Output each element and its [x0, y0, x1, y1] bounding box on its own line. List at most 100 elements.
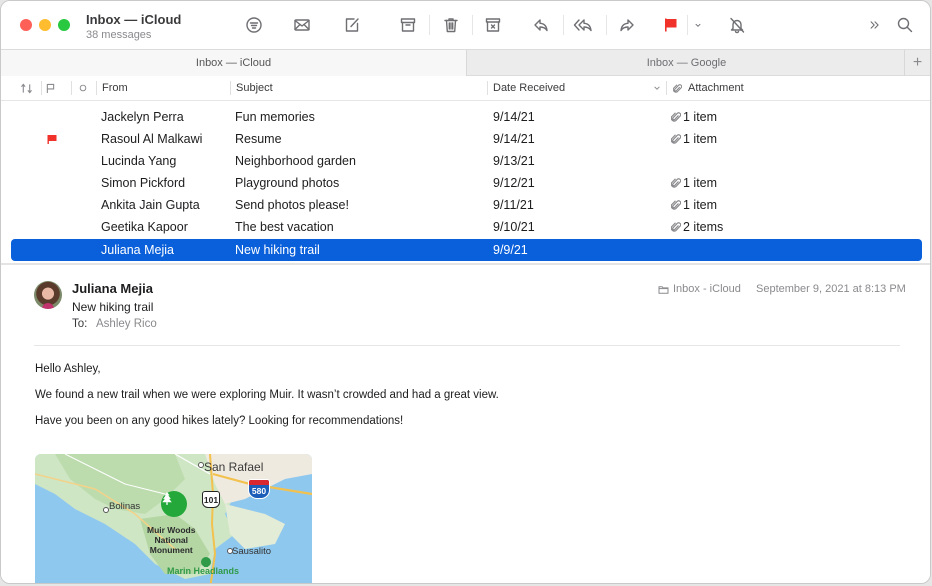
message-attachment: 1 item [671, 172, 717, 194]
flag-button[interactable] [659, 13, 683, 37]
map-label-sausalito: Sausalito [232, 546, 272, 557]
body-paragraph: Have you been on any good hikes lately? … [35, 415, 404, 427]
message-row[interactable]: Simon Pickford Playground photos 9/12/21… [11, 172, 922, 194]
toolbar: Inbox — iCloud 38 messages [1, 1, 930, 49]
bell-slash-icon [730, 17, 745, 34]
message-from: Jackelyn Perra [101, 110, 184, 124]
message-from: Juliana Mejia [101, 243, 174, 257]
message-row[interactable]: Ankita Jain Gupta Send photos please! 9/… [11, 194, 922, 216]
message-date: 9/13/21 [493, 154, 535, 168]
reply-button[interactable] [529, 13, 553, 37]
sender-avatar [34, 281, 62, 309]
tab-label: Inbox — iCloud [195, 57, 272, 69]
sort-descending-icon [654, 86, 660, 90]
muir-line: National [154, 535, 188, 545]
mute-button[interactable] [725, 13, 749, 37]
junk-icon [485, 18, 501, 32]
reply-icon [534, 19, 548, 32]
forward-button[interactable] [615, 13, 639, 37]
tab-inbox-icloud[interactable]: Inbox — iCloud [1, 50, 466, 76]
message-subject: Neighborhood garden [235, 154, 356, 168]
recipient-name[interactable]: Ashley Rico [96, 318, 157, 330]
compose-button[interactable] [340, 13, 364, 37]
zoom-window-button[interactable] [58, 19, 70, 31]
reply-all-button[interactable] [572, 13, 596, 37]
body-paragraph: Hello Ashley, [35, 363, 101, 375]
body-paragraph: We found a new trail when we were explor… [35, 389, 499, 401]
map-label-san-rafael: San Rafael [204, 460, 264, 474]
more-toolbar-button[interactable] [863, 13, 887, 37]
column-divider [41, 81, 42, 95]
folder-icon [658, 285, 669, 294]
tab-label: Inbox — Google [646, 57, 727, 69]
tree-pin-icon[interactable] [161, 491, 187, 517]
delete-button[interactable] [439, 13, 463, 37]
new-tab-button[interactable]: + [904, 50, 930, 76]
toolbar-separator [563, 15, 564, 35]
unread-column-header[interactable] [79, 76, 87, 100]
message-from: Lucinda Yang [101, 154, 177, 168]
muir-line: Monument [149, 545, 193, 555]
message-from: Rasoul Al Malkawi [101, 132, 203, 146]
sort-column-header[interactable] [20, 76, 33, 100]
unread-dot-icon [79, 84, 87, 92]
message-list: Jackelyn Perra Fun memories 9/14/21 1 it… [1, 101, 930, 263]
filter-icon [246, 17, 262, 33]
flag-column-header[interactable] [46, 76, 55, 100]
message-count: 38 messages [86, 29, 152, 41]
date-column-header[interactable]: Date Received [493, 76, 665, 100]
map-attachment[interactable]: San Rafael Bolinas Muir Woods National M… [35, 454, 312, 583]
paperclip-icon [673, 83, 682, 93]
tree-icon [162, 492, 172, 505]
toolbar-separator [606, 15, 607, 35]
message-from: Geetika Kapoor [101, 220, 188, 234]
reply-all-icon [573, 19, 592, 32]
toolbar-separator [472, 15, 473, 35]
tab-inbox-google[interactable]: Inbox — Google [466, 50, 906, 76]
map-graphic [35, 454, 312, 583]
attachment-count: 1 item [683, 198, 718, 212]
message-date: 9/11/21 [493, 198, 534, 212]
subject-column-header[interactable]: Subject [236, 76, 273, 100]
window-title-block: Inbox — iCloud 38 messages [86, 12, 181, 42]
column-divider [666, 81, 667, 95]
close-window-button[interactable] [20, 19, 32, 31]
interstate-580-shield: 580 [248, 479, 270, 499]
message-viewer: Juliana Mejia New hiking trail To: Ashle… [1, 265, 930, 583]
message-date-full: September 9, 2021 at 8:13 PM [756, 283, 906, 295]
message-subject-heading: New hiking trail [72, 300, 154, 314]
message-subject: The best vacation [235, 220, 334, 234]
sort-icon [21, 82, 32, 94]
message-row-selected[interactable]: Juliana Mejia New hiking trail 9/9/21 [11, 239, 922, 261]
flag-menu-button[interactable] [687, 13, 709, 37]
get-mail-button[interactable] [290, 13, 314, 37]
message-row[interactable]: Geetika Kapoor The best vacation 9/10/21… [11, 216, 922, 238]
flagged-icon [47, 135, 57, 144]
junk-button[interactable] [481, 13, 505, 37]
column-divider [487, 81, 488, 95]
compose-icon [345, 18, 359, 32]
from-column-header[interactable]: From [102, 76, 128, 100]
message-date: 9/10/21 [493, 220, 535, 234]
window-title: Inbox — iCloud [86, 12, 182, 27]
column-divider [96, 81, 97, 95]
interstate-number: 580 [251, 486, 267, 496]
attachment-column-header[interactable]: Attachment [673, 76, 744, 100]
message-attachment: 1 item [671, 194, 717, 216]
message-subject: Resume [235, 132, 282, 146]
highway-101-shield: 101 [202, 491, 220, 508]
message-row[interactable]: Rasoul Al Malkawi Resume 9/14/21 1 item [11, 128, 922, 150]
message-subject: Playground photos [235, 176, 340, 190]
archive-button[interactable] [396, 13, 420, 37]
filter-button[interactable] [242, 13, 266, 37]
sender-name[interactable]: Juliana Mejia [72, 281, 153, 296]
message-from: Simon Pickford [101, 176, 186, 190]
chevron-double-right-icon [870, 21, 879, 29]
attachment-column-label: Attachment [688, 82, 744, 94]
message-row[interactable]: Jackelyn Perra Fun memories 9/14/21 1 it… [11, 106, 922, 128]
column-divider [71, 81, 72, 95]
map-label-bolinas: Bolinas [109, 501, 141, 512]
message-row[interactable]: Lucinda Yang Neighborhood garden 9/13/21 [11, 150, 922, 172]
search-button[interactable] [893, 13, 917, 37]
minimize-window-button[interactable] [39, 19, 51, 31]
